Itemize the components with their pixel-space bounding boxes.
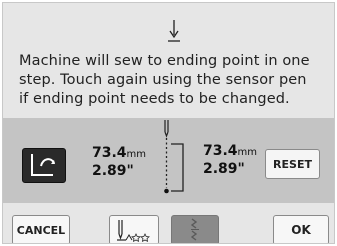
- ok-button[interactable]: OK: [273, 215, 329, 243]
- ending-point-dialog: Machine will sew to ending point in one …: [2, 2, 335, 244]
- reset-button[interactable]: RESET: [265, 149, 320, 179]
- change-ending-point-button[interactable]: [22, 148, 66, 183]
- left-inch-value: 2.89": [92, 163, 134, 179]
- needle-pattern-icon: [117, 220, 150, 243]
- right-mm-unit: mm: [237, 147, 258, 158]
- left-mm-unit: mm: [126, 149, 147, 160]
- stitch-edit-icon: [190, 218, 199, 241]
- ending-point-diagram: [164, 120, 184, 194]
- message-line: if ending point needs to be changed.: [19, 91, 290, 107]
- change-ending-point-icon: [31, 154, 55, 176]
- pattern-button[interactable]: [109, 215, 159, 243]
- right-inch-value: 2.89": [203, 161, 245, 177]
- left-mm-value: 73.4: [92, 145, 127, 161]
- cancel-button[interactable]: CANCEL: [12, 215, 70, 243]
- message-line: Machine will sew to ending point in one: [19, 53, 310, 69]
- right-measurement: 73.4mm 2.89": [203, 143, 257, 177]
- left-measurement: 73.4mm 2.89": [92, 145, 146, 179]
- stitch-edit-button[interactable]: [171, 215, 219, 243]
- instruction-message: Machine will sew to ending point in one …: [19, 52, 334, 109]
- needle-ending-point-icon: [168, 20, 180, 42]
- message-line: step. Touch again using the sensor pen: [19, 72, 307, 88]
- right-mm-value: 73.4: [203, 143, 238, 159]
- measurement-panel: 73.4mm 2.89" 73.4mm 2.89" RESET: [3, 118, 334, 203]
